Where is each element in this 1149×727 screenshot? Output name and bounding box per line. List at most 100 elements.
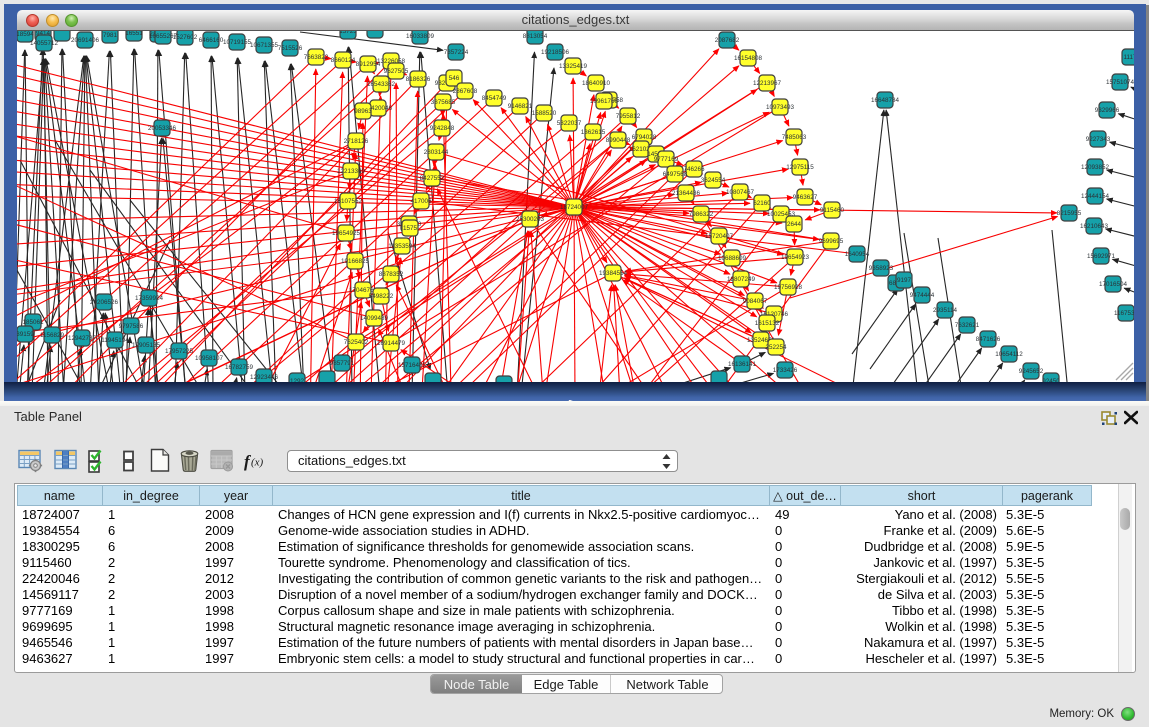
svg-text:12942737: 12942737 bbox=[68, 335, 97, 342]
svg-text:7955812: 7955812 bbox=[616, 113, 641, 120]
svg-text:11353594: 11353594 bbox=[388, 243, 416, 250]
svg-text:17016504: 17016504 bbox=[1099, 281, 1128, 288]
svg-text:6794028: 6794028 bbox=[632, 134, 657, 141]
svg-text:11945194: 11945194 bbox=[101, 337, 129, 344]
svg-text:21364436: 21364436 bbox=[672, 190, 701, 197]
svg-text:17957225: 17957225 bbox=[165, 348, 194, 355]
svg-text:16154808: 16154808 bbox=[734, 55, 763, 62]
svg-text:9146821: 9146821 bbox=[508, 103, 533, 110]
svg-text:25300203: 25300203 bbox=[516, 216, 545, 223]
svg-text:5498222: 5498222 bbox=[369, 293, 394, 300]
svg-text:20053346: 20053346 bbox=[148, 125, 177, 132]
svg-text:19654923: 19654923 bbox=[781, 254, 810, 261]
svg-text:13325419: 13325419 bbox=[559, 63, 588, 70]
svg-text:12905135: 12905135 bbox=[132, 342, 161, 349]
svg-text:19756928: 19756928 bbox=[774, 284, 803, 291]
svg-text:16136141: 16136141 bbox=[728, 361, 757, 368]
svg-text:14055712: 14055712 bbox=[30, 40, 59, 47]
svg-text:8813054: 8813054 bbox=[523, 33, 548, 40]
svg-text:1640954: 1640954 bbox=[845, 251, 870, 258]
svg-text:9857791: 9857791 bbox=[330, 360, 355, 367]
svg-text:10958107: 10958107 bbox=[195, 355, 224, 362]
svg-text:1733426: 1733426 bbox=[773, 367, 798, 374]
svg-text:18807249: 18807249 bbox=[727, 276, 756, 283]
svg-text:19384554: 19384554 bbox=[599, 270, 628, 277]
svg-text:9463627: 9463627 bbox=[793, 194, 818, 201]
svg-text:9797586: 9797586 bbox=[119, 323, 144, 330]
svg-text:10973493: 10973493 bbox=[766, 104, 795, 111]
svg-text:3875685: 3875685 bbox=[431, 99, 456, 106]
svg-text:12213369: 12213369 bbox=[337, 168, 366, 175]
svg-text:417006: 417006 bbox=[410, 198, 432, 205]
svg-text:8454749: 8454749 bbox=[482, 95, 507, 102]
svg-text:8660124: 8660124 bbox=[331, 57, 356, 64]
svg-text:2867608: 2867608 bbox=[453, 88, 478, 95]
svg-text:185061: 185061 bbox=[22, 319, 44, 326]
svg-text:6466160: 6466160 bbox=[199, 37, 224, 44]
svg-text:8878352: 8878352 bbox=[379, 271, 404, 278]
svg-text:10688609: 10688609 bbox=[718, 255, 747, 262]
svg-text:8471626: 8471626 bbox=[976, 336, 1001, 343]
svg-text:15720407: 15720407 bbox=[705, 233, 734, 240]
svg-text:9227343: 9227343 bbox=[1086, 136, 1111, 143]
svg-text:1362615: 1362615 bbox=[581, 129, 606, 136]
svg-text:18640910: 18640910 bbox=[582, 80, 611, 87]
svg-text:16914479: 16914479 bbox=[377, 340, 406, 347]
svg-text:39159: 39159 bbox=[17, 331, 34, 338]
svg-text:3624554: 3624554 bbox=[701, 177, 726, 184]
svg-text:12923446: 12923446 bbox=[250, 374, 279, 381]
svg-text:9245652: 9245652 bbox=[1019, 368, 1044, 375]
svg-text:15723: 15723 bbox=[339, 31, 357, 35]
svg-text:18724007: 18724007 bbox=[560, 204, 589, 211]
svg-text:19166825: 19166825 bbox=[341, 258, 370, 265]
svg-text:16648784: 16648784 bbox=[871, 97, 900, 104]
svg-text:7663822: 7663822 bbox=[304, 54, 329, 61]
svg-text:5322037: 5322037 bbox=[557, 120, 582, 127]
svg-text:15692971: 15692971 bbox=[1087, 253, 1116, 260]
svg-text:7986322: 7986322 bbox=[689, 211, 714, 218]
svg-text:546: 546 bbox=[449, 75, 460, 82]
svg-text:16543362: 16543362 bbox=[367, 81, 396, 88]
svg-text:9474444: 9474444 bbox=[910, 292, 935, 299]
svg-text:16551: 16551 bbox=[125, 31, 143, 37]
svg-text:19218506: 19218506 bbox=[541, 49, 570, 56]
svg-text:12093852: 12093852 bbox=[1081, 164, 1110, 171]
svg-text:20691406: 20691406 bbox=[71, 37, 100, 44]
svg-text:9242848: 9242848 bbox=[430, 125, 455, 132]
svg-text:8186326: 8186326 bbox=[406, 76, 431, 83]
svg-text:16782759: 16782759 bbox=[225, 364, 254, 371]
svg-text:10654112: 10654112 bbox=[995, 351, 1023, 358]
svg-text:12444154: 12444154 bbox=[1081, 193, 1110, 200]
svg-text:16107552: 16107552 bbox=[334, 198, 363, 205]
svg-text:2644: 2644 bbox=[787, 221, 802, 228]
svg-text:7357224: 7357224 bbox=[444, 49, 469, 56]
svg-text:1117: 1117 bbox=[1123, 54, 1134, 61]
svg-text:7485063: 7485063 bbox=[782, 134, 807, 141]
svg-text:8990448: 8990448 bbox=[606, 137, 631, 144]
svg-text:7625402: 7625402 bbox=[344, 339, 369, 346]
svg-text:62160: 62160 bbox=[753, 200, 771, 207]
svg-text:2935114: 2935114 bbox=[933, 307, 958, 314]
svg-text:1167533: 1167533 bbox=[1114, 310, 1134, 317]
svg-text:2718126: 2718126 bbox=[344, 138, 369, 145]
svg-text:9358923: 9358923 bbox=[869, 265, 894, 272]
svg-text:10719155: 10719155 bbox=[223, 39, 252, 46]
svg-text:10807467: 10807467 bbox=[726, 189, 755, 196]
svg-text:1615132: 1615132 bbox=[755, 320, 780, 327]
svg-text:20206526: 20206526 bbox=[90, 299, 119, 306]
svg-text:2087682: 2087682 bbox=[715, 37, 740, 44]
svg-text:9197: 9197 bbox=[897, 277, 912, 284]
svg-text:19654925: 19654925 bbox=[332, 230, 361, 237]
svg-text:15716485: 15716485 bbox=[398, 362, 427, 369]
svg-text:9115460: 9115460 bbox=[820, 207, 845, 214]
svg-text:14099489: 14099489 bbox=[360, 315, 389, 322]
svg-text:1527602: 1527602 bbox=[173, 34, 198, 41]
svg-text:16033809: 16033809 bbox=[406, 33, 435, 40]
svg-text:7981: 7981 bbox=[103, 32, 118, 39]
svg-text:18594: 18594 bbox=[17, 31, 34, 38]
svg-text:12975115: 12975115 bbox=[786, 164, 814, 171]
svg-text:2803144: 2803144 bbox=[424, 149, 449, 156]
svg-text:8427552: 8427552 bbox=[420, 175, 445, 182]
svg-text:1588520: 1588520 bbox=[532, 110, 557, 117]
svg-text:9777169: 9777169 bbox=[654, 156, 679, 163]
